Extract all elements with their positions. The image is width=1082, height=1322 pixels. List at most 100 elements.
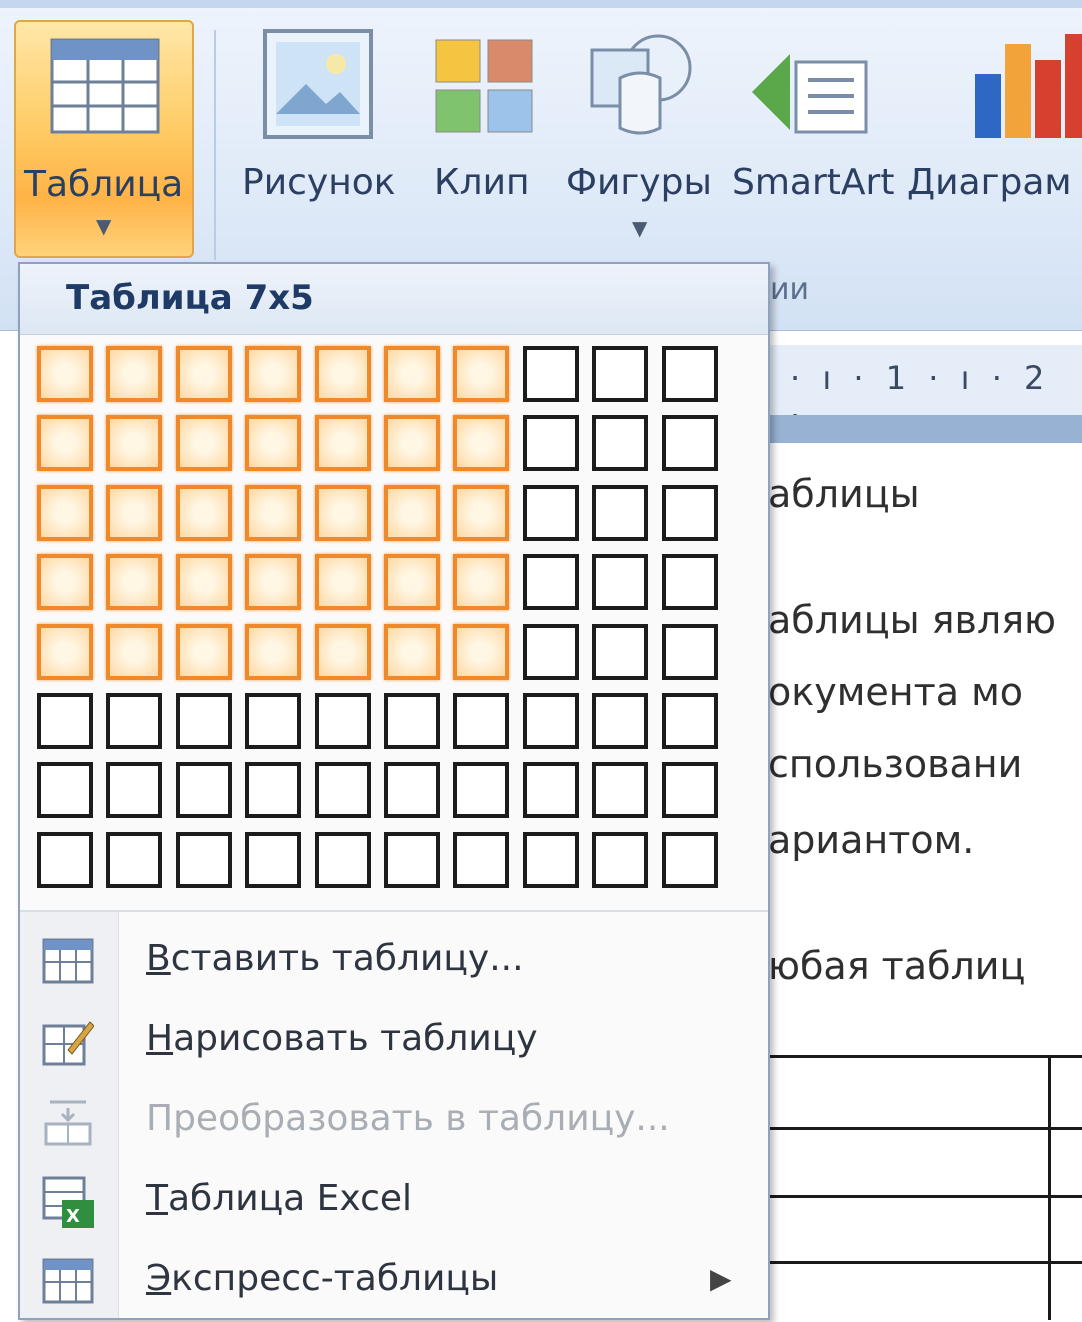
- grid-cell[interactable]: [592, 554, 648, 610]
- grid-cell-selected[interactable]: [37, 624, 93, 680]
- grid-cell[interactable]: [523, 346, 579, 402]
- grid-cell-selected[interactable]: [245, 415, 301, 471]
- grid-cell-selected[interactable]: [315, 415, 371, 471]
- grid-cell[interactable]: [662, 554, 718, 610]
- grid-cell[interactable]: [315, 832, 371, 888]
- grid-cell[interactable]: [523, 554, 579, 610]
- grid-cell-selected[interactable]: [176, 415, 232, 471]
- grid-cell[interactable]: [592, 832, 648, 888]
- grid-cell[interactable]: [662, 624, 718, 680]
- grid-cell-selected[interactable]: [245, 554, 301, 610]
- grid-cell-selected[interactable]: [176, 485, 232, 541]
- grid-cell[interactable]: [453, 693, 509, 749]
- grid-cell-selected[interactable]: [37, 554, 93, 610]
- grid-cell[interactable]: [37, 832, 93, 888]
- grid-cell-selected[interactable]: [384, 485, 440, 541]
- grid-cell-selected[interactable]: [106, 554, 162, 610]
- grid-cell-selected[interactable]: [315, 485, 371, 541]
- grid-cell[interactable]: [523, 624, 579, 680]
- picture-button-label: Рисунок: [242, 162, 396, 203]
- grid-cell-selected[interactable]: [453, 415, 509, 471]
- grid-cell-selected[interactable]: [315, 346, 371, 402]
- grid-cell-selected[interactable]: [384, 554, 440, 610]
- grid-cell-selected[interactable]: [315, 624, 371, 680]
- grid-cell-selected[interactable]: [176, 624, 232, 680]
- grid-cell-selected[interactable]: [106, 624, 162, 680]
- grid-cell[interactable]: [176, 693, 232, 749]
- submenu-arrow-icon: ▶: [710, 1262, 732, 1295]
- table-border: [770, 1261, 1082, 1264]
- grid-cell[interactable]: [592, 762, 648, 818]
- grid-cell-selected[interactable]: [106, 485, 162, 541]
- grid-cell[interactable]: [523, 762, 579, 818]
- grid-cell[interactable]: [37, 693, 93, 749]
- quick-tables-menu-item[interactable]: Экспресс-таблицы ▶: [20, 1242, 768, 1322]
- grid-cell[interactable]: [592, 624, 648, 680]
- grid-cell[interactable]: [176, 832, 232, 888]
- grid-cell[interactable]: [523, 485, 579, 541]
- clip-art-button[interactable]: Клип: [420, 20, 550, 240]
- grid-cell-selected[interactable]: [384, 624, 440, 680]
- chart-button[interactable]: Диаграм: [905, 20, 1082, 240]
- grid-cell[interactable]: [523, 415, 579, 471]
- grid-cell-selected[interactable]: [453, 554, 509, 610]
- grid-cell[interactable]: [106, 832, 162, 888]
- grid-cell[interactable]: [662, 485, 718, 541]
- grid-cell[interactable]: [384, 832, 440, 888]
- grid-cell-selected[interactable]: [37, 485, 93, 541]
- grid-cell[interactable]: [245, 832, 301, 888]
- grid-cell[interactable]: [592, 693, 648, 749]
- menu-item-label: Вставить таблицу...: [146, 938, 524, 979]
- grid-cell-selected[interactable]: [245, 624, 301, 680]
- grid-cell[interactable]: [106, 762, 162, 818]
- convert-to-table-menu-item[interactable]: Преобразовать в таблицу...: [20, 1082, 768, 1162]
- horizontal-ruler[interactable]: · ı · 1 · ı · 2 ·: [770, 345, 1082, 435]
- grid-cell-selected[interactable]: [176, 346, 232, 402]
- grid-cell[interactable]: [592, 346, 648, 402]
- grid-cell[interactable]: [662, 693, 718, 749]
- grid-cell[interactable]: [592, 415, 648, 471]
- insert-table-menu-item[interactable]: Вставить таблицу...: [20, 922, 768, 1002]
- grid-cell[interactable]: [662, 832, 718, 888]
- grid-cell[interactable]: [37, 762, 93, 818]
- picture-button[interactable]: Рисунок: [232, 20, 412, 240]
- grid-cell-selected[interactable]: [453, 346, 509, 402]
- grid-cell[interactable]: [662, 762, 718, 818]
- table-button[interactable]: Таблица ▼: [14, 20, 194, 258]
- grid-cell[interactable]: [106, 693, 162, 749]
- grid-cell[interactable]: [453, 762, 509, 818]
- grid-cell[interactable]: [315, 762, 371, 818]
- grid-cell[interactable]: [523, 693, 579, 749]
- grid-cell[interactable]: [176, 762, 232, 818]
- grid-cell[interactable]: [245, 693, 301, 749]
- grid-cell-selected[interactable]: [384, 415, 440, 471]
- grid-cell-selected[interactable]: [245, 485, 301, 541]
- grid-cell[interactable]: [662, 346, 718, 402]
- grid-cell-selected[interactable]: [37, 415, 93, 471]
- grid-cell[interactable]: [662, 415, 718, 471]
- grid-cell[interactable]: [384, 693, 440, 749]
- grid-cell[interactable]: [453, 832, 509, 888]
- grid-cell-selected[interactable]: [106, 346, 162, 402]
- grid-cell[interactable]: [245, 762, 301, 818]
- draw-table-menu-item[interactable]: Нарисовать таблицу: [20, 1002, 768, 1082]
- shapes-button[interactable]: Фигуры ▼: [560, 20, 720, 250]
- grid-cell-selected[interactable]: [453, 485, 509, 541]
- grid-cell[interactable]: [592, 485, 648, 541]
- grid-cell[interactable]: [523, 832, 579, 888]
- grid-cell[interactable]: [384, 762, 440, 818]
- grid-cell-selected[interactable]: [453, 624, 509, 680]
- picture-icon: [263, 29, 373, 139]
- grid-cell[interactable]: [315, 693, 371, 749]
- grid-cell-selected[interactable]: [176, 554, 232, 610]
- table-border: [1048, 1055, 1051, 1320]
- grid-cell-selected[interactable]: [37, 346, 93, 402]
- smartart-button[interactable]: SmartArt: [730, 20, 900, 240]
- excel-table-menu-item[interactable]: X Таблица Excel: [20, 1162, 768, 1242]
- grid-cell-selected[interactable]: [384, 346, 440, 402]
- grid-cell-selected[interactable]: [106, 415, 162, 471]
- document-table[interactable]: [770, 1055, 1082, 1320]
- grid-cell-selected[interactable]: [315, 554, 371, 610]
- grid-cell-selected[interactable]: [245, 346, 301, 402]
- menu-item-label: Преобразовать в таблицу...: [146, 1098, 670, 1139]
